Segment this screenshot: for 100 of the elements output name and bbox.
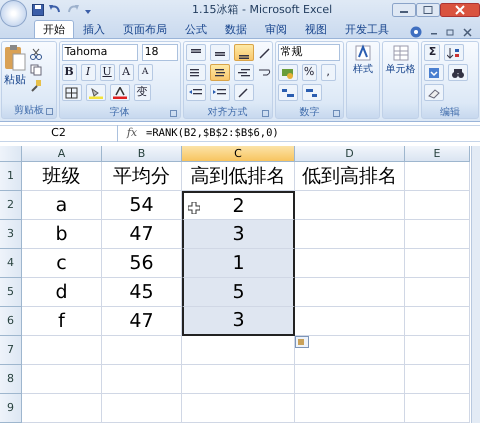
office-button[interactable] — [0, 0, 27, 27]
row-header[interactable]: 4 — [0, 249, 22, 278]
minimize-icon[interactable] — [392, 3, 416, 17]
grow-font-button[interactable]: A — [118, 64, 134, 81]
clear-button[interactable] — [424, 84, 444, 101]
underline-button[interactable]: U — [100, 64, 115, 81]
table-cell: 2 — [182, 191, 295, 220]
ribbon-tab[interactable]: 页面布局 — [114, 20, 176, 38]
orientation-icon[interactable] — [258, 46, 272, 58]
brush-icon[interactable] — [30, 80, 42, 92]
column-header[interactable]: B — [102, 146, 182, 162]
table-cell: d — [22, 278, 102, 307]
row-header[interactable]: 2 — [0, 191, 22, 220]
increase-indent-button[interactable] — [210, 84, 230, 101]
close-icon[interactable] — [440, 3, 480, 17]
paste-options-icon[interactable] — [295, 336, 309, 348]
font-size-field[interactable]: 18 — [142, 44, 178, 61]
font-name-field[interactable]: Tahoma — [62, 44, 138, 61]
table-cell: c — [22, 249, 102, 278]
wrap-icon[interactable] — [258, 66, 272, 78]
phonetic-button[interactable]: 变 — [134, 84, 151, 101]
close-icon[interactable] — [463, 27, 472, 37]
align-icon[interactable] — [236, 66, 251, 78]
align-icon[interactable] — [212, 66, 227, 78]
font-color-button[interactable] — [110, 84, 130, 101]
sort-button[interactable] — [444, 44, 464, 61]
column-header[interactable]: A — [22, 146, 102, 162]
autosum-button[interactable]: Σ — [424, 44, 440, 61]
ribbon-tab[interactable]: 开发工具 — [336, 20, 398, 38]
row-header[interactable]: 7 — [0, 336, 22, 365]
horizontal-align-button[interactable] — [234, 64, 254, 81]
italic-button[interactable]: I — [80, 64, 96, 81]
table-cell: 低到高排名 — [295, 162, 405, 191]
row-header[interactable]: 8 — [0, 365, 22, 394]
group-label: 字体 — [110, 106, 130, 120]
row-header[interactable]: 3 — [0, 220, 22, 249]
increase-decimal-button[interactable] — [278, 84, 298, 101]
column-header[interactable]: C — [182, 146, 295, 162]
maximize-icon[interactable] — [416, 3, 440, 17]
insert-function-button[interactable]: fx — [118, 125, 146, 142]
orientation-button[interactable] — [234, 84, 254, 101]
decrease-decimal-button[interactable] — [302, 84, 322, 101]
fill-down-icon[interactable] — [427, 66, 442, 78]
sort-icon[interactable] — [447, 46, 462, 58]
decrease-indent-button[interactable] — [186, 84, 206, 101]
borders-icon[interactable] — [64, 86, 79, 98]
comma-style-button[interactable]: , — [320, 64, 336, 81]
group-label: 编辑 — [440, 106, 460, 120]
horizontal-align-button[interactable] — [210, 64, 230, 81]
save-icon[interactable] — [32, 4, 44, 16]
vertical-align-button[interactable] — [234, 44, 254, 61]
eraser-icon[interactable] — [427, 86, 442, 98]
shrink-font-button[interactable]: A — [138, 64, 153, 81]
table-cell — [405, 191, 470, 220]
table-cell: 5 — [182, 278, 295, 307]
restore-icon[interactable] — [446, 27, 455, 37]
column-header[interactable]: E — [405, 146, 470, 162]
row-header[interactable]: 5 — [0, 278, 22, 307]
fill-button[interactable] — [424, 64, 444, 81]
borders-button[interactable] — [62, 84, 82, 101]
row-header[interactable]: 6 — [0, 307, 22, 336]
launcher-icon[interactable] — [333, 110, 340, 117]
row-header[interactable]: 9 — [0, 394, 22, 423]
font-color-icon[interactable] — [112, 86, 127, 98]
binoculars-icon[interactable] — [451, 66, 466, 78]
scissors-icon[interactable] — [30, 48, 42, 60]
find-button[interactable] — [448, 64, 468, 81]
ribbon-tab[interactable]: 视图 — [296, 20, 336, 38]
help-icon[interactable] — [410, 26, 422, 38]
row-header[interactable]: 1 — [0, 162, 22, 191]
ribbon-tab[interactable]: 开始 — [34, 20, 74, 38]
decimal-icon[interactable] — [304, 86, 319, 98]
number-format-field[interactable]: 常规 — [278, 44, 340, 61]
currency-button[interactable] — [278, 64, 298, 81]
ribbon-tab[interactable]: 审阅 — [256, 20, 296, 38]
vertical-scrollbar[interactable] — [471, 146, 480, 423]
launcher-icon[interactable] — [262, 110, 269, 117]
ribbon-tab[interactable]: 数据 — [216, 20, 256, 38]
paste-button[interactable]: 粘贴 — [4, 44, 26, 102]
formula-field[interactable]: =RANK(B2,$B$2:$B$6,0) — [146, 126, 279, 142]
horizontal-align-button[interactable] — [186, 64, 206, 81]
table-icon — [392, 44, 410, 62]
vertical-align-button[interactable] — [186, 44, 206, 61]
launcher-icon[interactable] — [46, 108, 53, 115]
ribbon-tab[interactable]: 插入 — [74, 20, 114, 38]
percent-button[interactable]: % — [302, 64, 317, 81]
bold-button[interactable]: B — [62, 64, 77, 81]
currency-icon[interactable] — [280, 66, 295, 78]
table-cell — [405, 394, 470, 423]
column-header[interactable]: D — [295, 146, 405, 162]
table-cell: 班级 — [22, 162, 102, 191]
paint-bucket-icon[interactable] — [88, 86, 103, 98]
launcher-icon[interactable] — [170, 110, 177, 117]
copy-icon[interactable] — [30, 64, 42, 76]
fill-color-button[interactable] — [86, 84, 106, 101]
decimal-icon[interactable] — [280, 86, 295, 98]
vertical-align-button[interactable] — [210, 44, 230, 61]
ribbon-tab[interactable]: 公式 — [176, 20, 216, 38]
name-box[interactable]: C2 — [0, 125, 118, 142]
table-cell: b — [22, 220, 102, 249]
